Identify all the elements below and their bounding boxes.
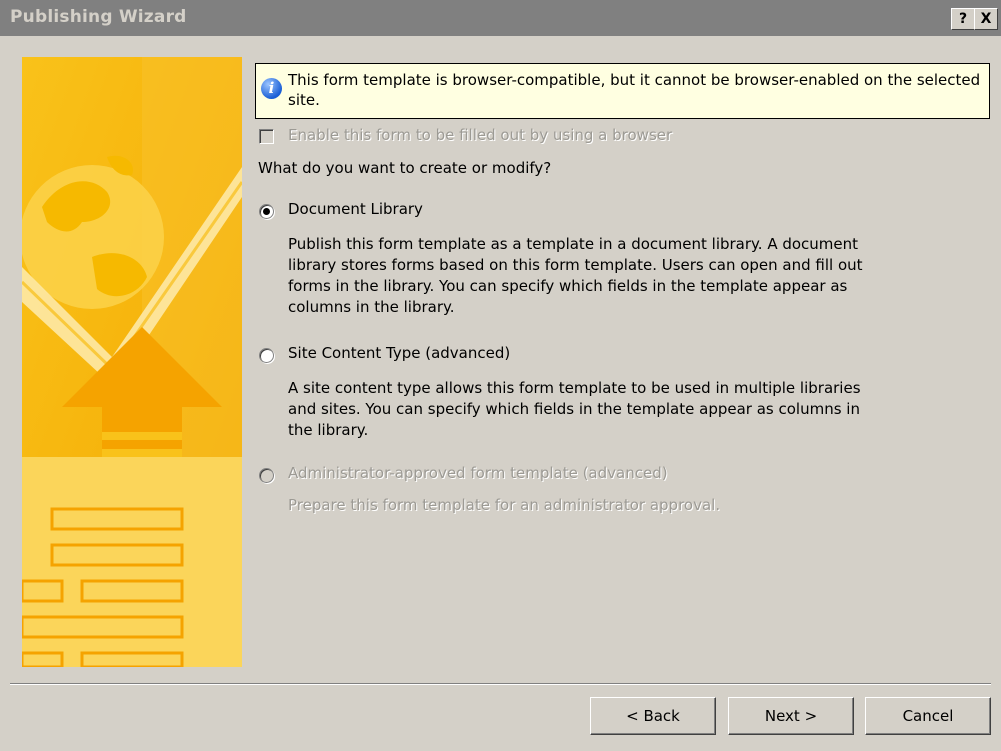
info-icon: i [261,78,282,99]
wizard-banner-image [22,57,242,667]
back-button[interactable]: < Back [590,697,716,735]
close-button[interactable]: X [974,8,998,30]
help-button[interactable]: ? [951,8,975,30]
site-content-type-description: A site content type allows this form tem… [288,379,861,439]
publishing-wizard-dialog: Publishing Wizard ? X i This form templa… [0,0,1001,751]
admin-approved-label: Administrator-approved form template (ad… [288,464,668,482]
admin-approved-radio[interactable] [259,468,274,483]
footer-divider [10,683,991,685]
cancel-button[interactable]: Cancel [865,697,991,735]
banner-illustration [22,57,242,667]
enable-browser-label: Enable this form to be filled out by usi… [288,126,673,144]
info-message-text: This form template is browser-compatible… [288,71,981,109]
question-label: What do you want to create or modify? [258,159,552,177]
document-library-label[interactable]: Document Library [288,200,423,218]
site-content-type-label[interactable]: Site Content Type (advanced) [288,344,510,362]
document-library-description: Publish this form template as a template… [288,235,863,316]
site-content-type-radio[interactable] [259,348,274,363]
enable-browser-checkbox[interactable] [259,129,274,144]
title-bar[interactable]: Publishing Wizard ? X [0,0,1001,36]
dialog-title: Publishing Wizard [10,7,187,27]
next-button[interactable]: Next > [728,697,854,735]
document-library-radio[interactable] [259,204,274,219]
browser-compatibility-message: i This form template is browser-compatib… [255,63,990,119]
admin-approved-description: Prepare this form template for an admini… [288,496,721,514]
